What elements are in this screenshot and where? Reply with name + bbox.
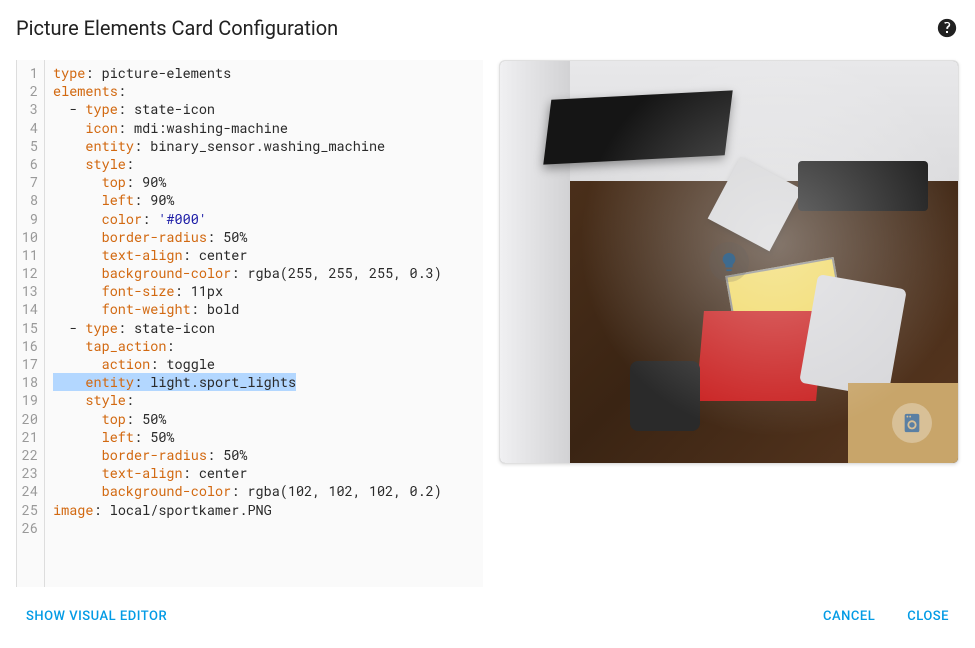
code-area[interactable]: type: picture-elementselements: - type: … [45,60,483,587]
state-icon-washing-machine[interactable] [892,403,932,443]
state-icon-light[interactable] [709,242,749,282]
preview-pane [499,60,959,587]
line-gutter: 1234567891011121314151617181920212223242… [17,60,45,587]
close-button[interactable]: Close [897,601,959,632]
help-icon[interactable] [935,16,959,40]
show-visual-editor-button[interactable]: Show Visual Editor [16,601,177,632]
dialog-content: 1234567891011121314151617181920212223242… [16,60,959,587]
yaml-editor[interactable]: 1234567891011121314151617181920212223242… [16,60,483,587]
dialog-header: Picture Elements Card Configuration [16,16,959,60]
cancel-button[interactable]: Cancel [813,601,885,632]
dialog-title: Picture Elements Card Configuration [16,16,338,40]
card-config-dialog: Picture Elements Card Configuration 1234… [16,16,959,632]
picture-elements-preview [499,60,959,464]
dialog-footer: Show Visual Editor Cancel Close [16,587,959,632]
